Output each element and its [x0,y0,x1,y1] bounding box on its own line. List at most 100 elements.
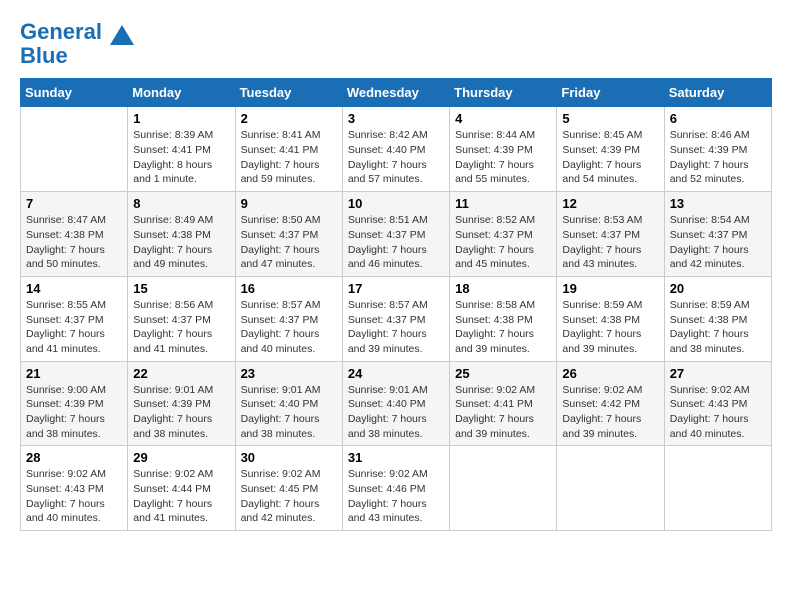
day-info: Sunrise: 8:57 AMSunset: 4:37 PMDaylight:… [348,298,444,357]
logo-icon [108,23,136,51]
weekday-header-wednesday: Wednesday [342,79,449,107]
calendar-table: SundayMondayTuesdayWednesdayThursdayFrid… [20,78,772,531]
calendar-cell [664,446,771,531]
day-number: 8 [133,196,229,211]
day-number: 22 [133,366,229,381]
day-number: 25 [455,366,551,381]
calendar-cell: 3 Sunrise: 8:42 AMSunset: 4:40 PMDaylight… [342,107,449,192]
calendar-cell: 6 Sunrise: 8:46 AMSunset: 4:39 PMDaylight… [664,107,771,192]
day-info: Sunrise: 8:44 AMSunset: 4:39 PMDaylight:… [455,128,551,187]
day-info: Sunrise: 8:55 AMSunset: 4:37 PMDaylight:… [26,298,122,357]
day-number: 24 [348,366,444,381]
day-number: 30 [241,450,337,465]
day-number: 17 [348,281,444,296]
day-info: Sunrise: 8:58 AMSunset: 4:38 PMDaylight:… [455,298,551,357]
calendar-cell: 4 Sunrise: 8:44 AMSunset: 4:39 PMDaylight… [450,107,557,192]
logo: General Blue [20,20,136,68]
day-number: 13 [670,196,766,211]
calendar-cell: 21 Sunrise: 9:00 AMSunset: 4:39 PMDayligh… [21,361,128,446]
calendar-cell: 30 Sunrise: 9:02 AMSunset: 4:45 PMDayligh… [235,446,342,531]
page-header: General Blue [20,20,772,68]
day-number: 21 [26,366,122,381]
day-info: Sunrise: 8:39 AMSunset: 4:41 PMDaylight:… [133,128,229,187]
day-number: 16 [241,281,337,296]
day-number: 10 [348,196,444,211]
calendar-cell: 17 Sunrise: 8:57 AMSunset: 4:37 PMDayligh… [342,276,449,361]
calendar-cell: 13 Sunrise: 8:54 AMSunset: 4:37 PMDayligh… [664,192,771,277]
day-number: 28 [26,450,122,465]
day-info: Sunrise: 8:52 AMSunset: 4:37 PMDaylight:… [455,213,551,272]
weekday-header-sunday: Sunday [21,79,128,107]
day-number: 11 [455,196,551,211]
day-number: 31 [348,450,444,465]
calendar-cell: 25 Sunrise: 9:02 AMSunset: 4:41 PMDayligh… [450,361,557,446]
day-number: 26 [562,366,658,381]
day-info: Sunrise: 9:00 AMSunset: 4:39 PMDaylight:… [26,383,122,442]
calendar-cell: 16 Sunrise: 8:57 AMSunset: 4:37 PMDayligh… [235,276,342,361]
day-number: 5 [562,111,658,126]
calendar-cell: 29 Sunrise: 9:02 AMSunset: 4:44 PMDayligh… [128,446,235,531]
calendar-cell [557,446,664,531]
calendar-cell: 8Sunrise: 8:49 AMSunset: 4:38 PMDaylight… [128,192,235,277]
day-number: 3 [348,111,444,126]
day-info: Sunrise: 8:57 AMSunset: 4:37 PMDaylight:… [241,298,337,357]
day-number: 6 [670,111,766,126]
day-info: Sunrise: 9:01 AMSunset: 4:40 PMDaylight:… [241,383,337,442]
calendar-cell: 24 Sunrise: 9:01 AMSunset: 4:40 PMDayligh… [342,361,449,446]
weekday-header-friday: Friday [557,79,664,107]
day-number: 14 [26,281,122,296]
weekday-header-thursday: Thursday [450,79,557,107]
calendar-cell [21,107,128,192]
day-info: Sunrise: 8:47 AMSunset: 4:38 PMDaylight:… [26,213,122,272]
day-info: Sunrise: 8:41 AMSunset: 4:41 PMDaylight:… [241,128,337,187]
day-number: 29 [133,450,229,465]
calendar-cell: 28 Sunrise: 9:02 AMSunset: 4:43 PMDayligh… [21,446,128,531]
day-number: 9 [241,196,337,211]
calendar-cell: 2 Sunrise: 8:41 AMSunset: 4:41 PMDaylight… [235,107,342,192]
weekday-header-monday: Monday [128,79,235,107]
day-info: Sunrise: 9:01 AMSunset: 4:39 PMDaylight:… [133,383,229,442]
weekday-header-saturday: Saturday [664,79,771,107]
day-info: Sunrise: 9:02 AMSunset: 4:45 PMDaylight:… [241,467,337,526]
calendar-cell: 19Sunrise: 8:59 AMSunset: 4:38 PMDayligh… [557,276,664,361]
calendar-cell: 18 Sunrise: 8:58 AMSunset: 4:38 PMDayligh… [450,276,557,361]
calendar-cell: 31 Sunrise: 9:02 AMSunset: 4:46 PMDayligh… [342,446,449,531]
logo-text: General Blue [20,19,102,68]
day-info: Sunrise: 8:54 AMSunset: 4:37 PMDaylight:… [670,213,766,272]
day-info: Sunrise: 8:53 AMSunset: 4:37 PMDaylight:… [562,213,658,272]
calendar-cell [450,446,557,531]
calendar-cell: 27 Sunrise: 9:02 AMSunset: 4:43 PMDayligh… [664,361,771,446]
calendar-cell: 1 Sunrise: 8:39 AMSunset: 4:41 PMDaylight… [128,107,235,192]
day-number: 15 [133,281,229,296]
day-info: Sunrise: 8:59 AMSunset: 4:38 PMDaylight:… [670,298,766,357]
day-info: Sunrise: 9:02 AMSunset: 4:44 PMDaylight:… [133,467,229,526]
day-info: Sunrise: 9:02 AMSunset: 4:43 PMDaylight:… [670,383,766,442]
day-info: Sunrise: 9:01 AMSunset: 4:40 PMDaylight:… [348,383,444,442]
day-info: Sunrise: 8:51 AMSunset: 4:37 PMDaylight:… [348,213,444,272]
day-info: Sunrise: 9:02 AMSunset: 4:41 PMDaylight:… [455,383,551,442]
day-info: Sunrise: 9:02 AMSunset: 4:42 PMDaylight:… [562,383,658,442]
day-info: Sunrise: 9:02 AMSunset: 4:43 PMDaylight:… [26,467,122,526]
calendar-cell: 5 Sunrise: 8:45 AMSunset: 4:39 PMDaylight… [557,107,664,192]
calendar-cell: 9Sunrise: 8:50 AMSunset: 4:37 PMDaylight… [235,192,342,277]
calendar-cell: 22 Sunrise: 9:01 AMSunset: 4:39 PMDayligh… [128,361,235,446]
day-info: Sunrise: 8:56 AMSunset: 4:37 PMDaylight:… [133,298,229,357]
day-number: 2 [241,111,337,126]
day-number: 7 [26,196,122,211]
calendar-cell: 10 Sunrise: 8:51 AMSunset: 4:37 PMDayligh… [342,192,449,277]
day-number: 27 [670,366,766,381]
day-number: 1 [133,111,229,126]
calendar-cell: 12 Sunrise: 8:53 AMSunset: 4:37 PMDayligh… [557,192,664,277]
calendar-cell: 11 Sunrise: 8:52 AMSunset: 4:37 PMDayligh… [450,192,557,277]
day-number: 23 [241,366,337,381]
day-info: Sunrise: 9:02 AMSunset: 4:46 PMDaylight:… [348,467,444,526]
weekday-header-tuesday: Tuesday [235,79,342,107]
day-info: Sunrise: 8:42 AMSunset: 4:40 PMDaylight:… [348,128,444,187]
calendar-cell: 15 Sunrise: 8:56 AMSunset: 4:37 PMDayligh… [128,276,235,361]
day-number: 18 [455,281,551,296]
day-info: Sunrise: 8:46 AMSunset: 4:39 PMDaylight:… [670,128,766,187]
day-number: 12 [562,196,658,211]
day-number: 19 [562,281,658,296]
day-info: Sunrise: 8:45 AMSunset: 4:39 PMDaylight:… [562,128,658,187]
day-number: 4 [455,111,551,126]
